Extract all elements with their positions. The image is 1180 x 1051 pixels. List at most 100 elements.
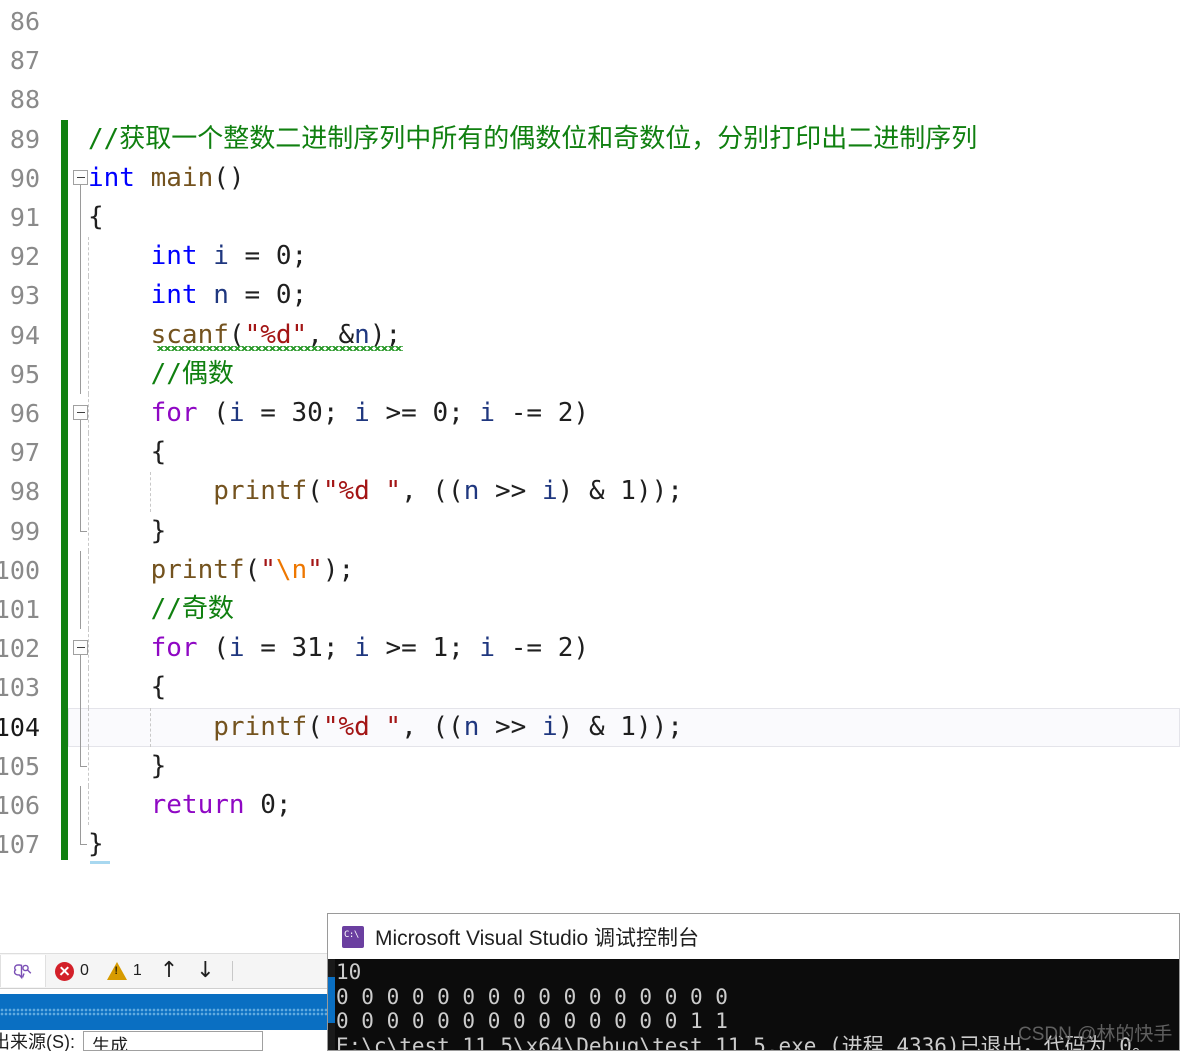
arrow-down-icon: ↓ <box>196 958 215 983</box>
console-output-line: 0 0 0 0 0 0 0 0 0 0 0 0 0 0 0 0 <box>336 984 728 1009</box>
code-token: { <box>88 437 167 468</box>
code-token: -= <box>495 633 558 664</box>
fold-guide-line <box>80 472 81 512</box>
code-token: n <box>213 280 229 311</box>
code-line[interactable]: 100 printf("\n"); <box>0 550 1180 590</box>
code-line[interactable]: 91 { <box>0 198 1180 238</box>
code-line[interactable]: 90 int main() <box>0 159 1180 199</box>
fold-column[interactable] <box>70 80 92 119</box>
line-number: 107 <box>0 830 40 860</box>
console-scrollbar-thumb[interactable] <box>328 977 335 1023</box>
code-token: ; <box>448 398 480 428</box>
code-line[interactable]: 102 for (i = 31; i >= 1; i -= 2) <box>0 629 1180 670</box>
code-line[interactable]: 95 //偶数 <box>0 354 1180 394</box>
code-line[interactable]: 107} <box>0 825 1180 865</box>
code-token: 0 <box>275 280 292 311</box>
code-line[interactable]: 96 for (i = 30; i >= 0; i -= 2) <box>0 394 1180 434</box>
code-line[interactable]: 103 { <box>0 668 1180 708</box>
code-token: i <box>542 711 558 742</box>
code-token: for <box>150 633 198 664</box>
code-token: i <box>228 398 245 428</box>
code-line[interactable]: 97 { <box>0 433 1180 473</box>
output-source-select[interactable]: 生成 <box>83 1030 263 1051</box>
fold-guide-line <box>80 420 81 434</box>
code-line[interactable]: 104 printf("%d ", ((n >> i) & 1)); <box>0 707 1180 747</box>
line-number: 100 <box>0 555 40 585</box>
next-issue-button[interactable]: ↓ <box>187 955 223 987</box>
toolbar-separator <box>231 961 233 981</box>
fold-guide-line <box>80 198 81 238</box>
code-line[interactable]: 105 } <box>0 746 1180 786</box>
collapse-minus-icon[interactable] <box>73 640 88 656</box>
brace-match-underline <box>90 861 110 865</box>
code-token: >= <box>369 398 433 428</box>
code-line[interactable]: 87 <box>0 41 1180 80</box>
code-token: ( <box>307 711 323 742</box>
fold-guide-line <box>80 315 81 355</box>
console-title-bar[interactable]: Microsoft Visual Studio 调试控制台 <box>328 914 1179 959</box>
line-number: 97 <box>9 438 40 468</box>
code-token: ( <box>244 554 261 585</box>
code-line[interactable]: 94 scanf("%d", &n); <box>0 315 1180 355</box>
code-line[interactable]: 92 int i = 0; <box>0 237 1180 277</box>
fold-column[interactable] <box>70 2 92 41</box>
code-editor-pane[interactable]: 86 87 88 89 //获取一个整数二进制序列中所有的偶数位和奇数位，分别打印出二进… <box>0 0 1180 900</box>
code-token: >= <box>369 633 433 664</box>
line-number: 102 <box>0 634 40 664</box>
fold-column[interactable] <box>70 41 92 80</box>
code-token: ); <box>322 554 355 585</box>
code-token: = <box>228 241 276 272</box>
code-token: n <box>463 476 480 507</box>
line-number: 103 <box>0 673 40 703</box>
code-token: i <box>228 633 245 664</box>
fold-guide-end <box>80 511 87 532</box>
line-number: 86 <box>9 7 40 36</box>
code-token: "%d " <box>322 476 402 507</box>
code-token: 31 <box>291 633 323 664</box>
code-token: " <box>260 554 276 585</box>
error-circle-icon <box>55 961 74 981</box>
code-token: ; <box>448 633 480 664</box>
code-line-text: printf("\n"); <box>88 551 355 590</box>
error-count-filter[interactable]: 0 <box>46 955 98 987</box>
code-line[interactable]: 86 <box>0 2 1180 41</box>
collapse-minus-icon[interactable] <box>73 169 88 185</box>
fold-guide-line <box>80 354 81 394</box>
code-line[interactable]: 98 printf("%d ", ((n >> i) & 1)); <box>0 472 1180 512</box>
code-token: ) <box>573 633 589 664</box>
fold-guide-line <box>80 550 81 590</box>
code-token: \n <box>275 554 308 585</box>
code-line[interactable]: 106 return 0; <box>0 786 1180 826</box>
code-line[interactable]: 88 <box>0 80 1180 119</box>
console-output-line: 10 <box>336 960 362 984</box>
code-token: int <box>88 162 135 193</box>
code-analysis-button[interactable] <box>0 955 46 987</box>
warning-count-label: 1 <box>132 962 142 979</box>
code-token: ; <box>322 398 355 428</box>
collapse-minus-icon[interactable] <box>73 405 88 420</box>
code-line[interactable]: 93 int n = 0; <box>0 276 1180 316</box>
fold-guide-line <box>80 590 81 630</box>
code-token: i <box>479 398 496 428</box>
warning-count-filter[interactable]: 1 <box>98 955 151 987</box>
code-token: 30 <box>291 398 323 428</box>
console-scrollbar[interactable] <box>328 959 335 1050</box>
code-line[interactable]: 101 //奇数 <box>0 590 1180 630</box>
previous-issue-button[interactable]: ↑ <box>151 955 187 987</box>
code-token: main <box>150 162 214 193</box>
code-token: //偶数 <box>150 358 234 389</box>
code-line[interactable]: 89 //获取一个整数二进制序列中所有的偶数位和奇数位，分别打印出二进制序列 <box>0 120 1180 159</box>
code-token: ; <box>291 241 308 272</box>
code-line[interactable]: 99 } <box>0 511 1180 551</box>
code-line-text: } <box>88 825 104 864</box>
